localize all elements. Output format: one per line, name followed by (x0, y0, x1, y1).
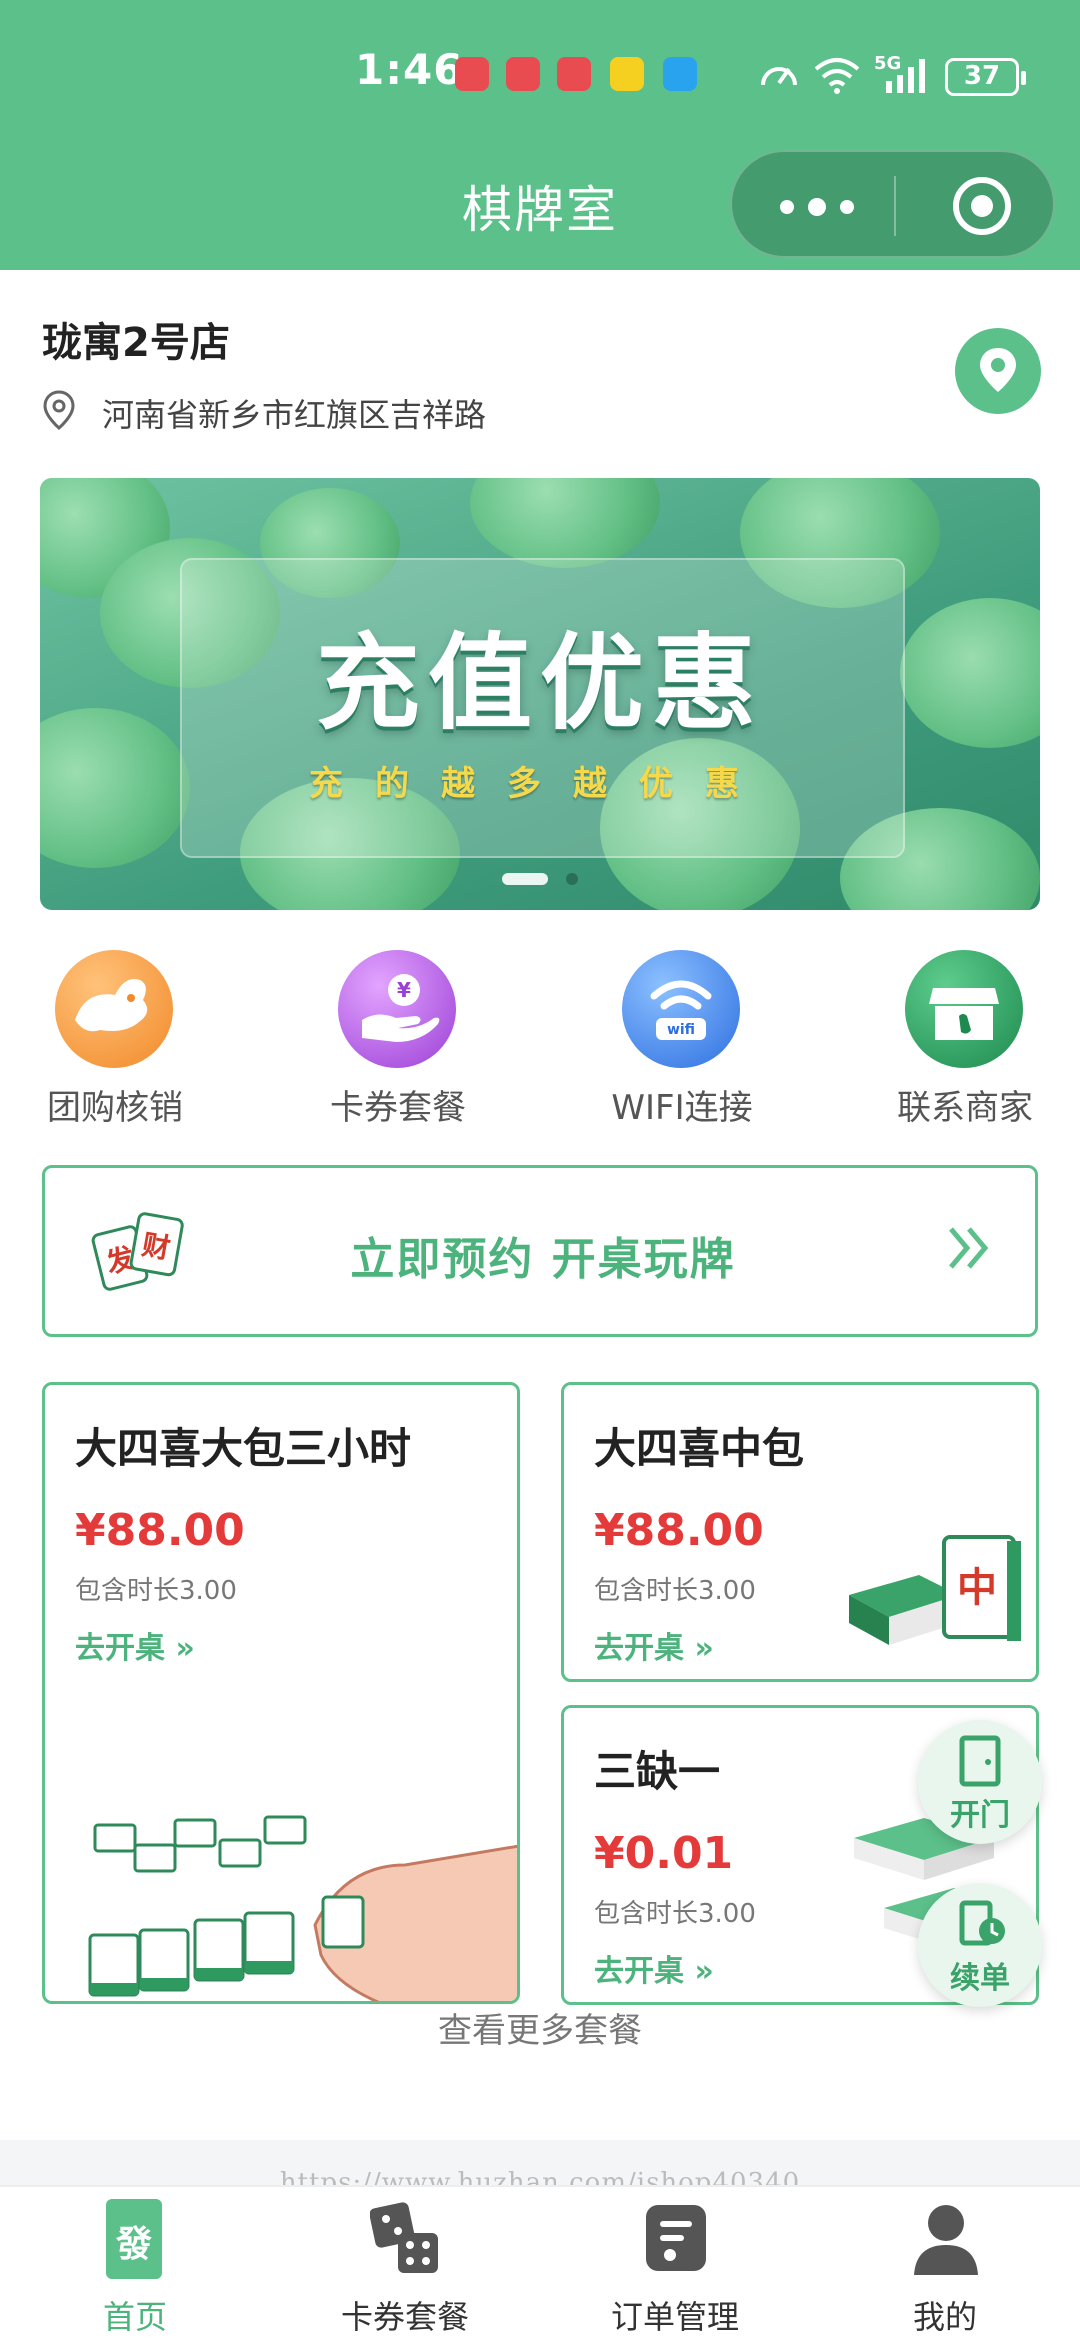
coupon-icon: ¥ (338, 950, 456, 1068)
banner-indicator-active (502, 873, 548, 885)
renew-order-label: 续单 (950, 1961, 1010, 1996)
huawei-notification-icon (506, 57, 540, 91)
package-price: ¥0.01 (594, 1828, 734, 1879)
tile-char: 中 (957, 1565, 997, 1611)
miniprogram-capsule (730, 150, 1055, 258)
location-pin-icon (43, 390, 75, 430)
tab-home[interactable]: 發 首页 (0, 2187, 270, 2340)
reserve-label: 立即预约 开桌玩牌 (350, 1234, 736, 1285)
order-icon (646, 2205, 706, 2271)
open-table-label: 去开桌 (594, 1954, 684, 1989)
open-table-link[interactable]: 去开桌 » (594, 1946, 714, 1990)
quick-actions: ¥ wifi (0, 950, 1080, 1080)
renew-order-button[interactable]: 续单 (918, 1883, 1042, 2007)
mahjong-tiles-illustration: 中 (849, 1535, 1021, 1645)
package-card[interactable]: 大四喜大包三小时 ¥88.00 包含时长3.00 去开桌 » (42, 1382, 520, 2004)
renew-clock-icon (959, 1900, 1005, 1946)
quick-action-label: 联系商家 (897, 1088, 1033, 1128)
user-icon (914, 2205, 978, 2275)
map-pin-icon (980, 348, 1016, 392)
quick-action-coupons[interactable]: ¥ (298, 950, 498, 1080)
banner-subtitle: 充的越多越优惠 (309, 764, 771, 804)
double-chevron-icon: » (694, 1631, 714, 1666)
tab-coupons[interactable]: 卡券套餐 (270, 2187, 540, 2340)
package-name: 三缺一 (594, 1747, 721, 1796)
quick-action-wifi[interactable]: wifi (582, 950, 782, 1080)
quick-action-label: WIFI连接 (611, 1088, 753, 1128)
top-bar: 1:46 5G 37 棋牌室 (0, 0, 1080, 270)
open-table-link[interactable]: 去开桌 » (75, 1623, 195, 1667)
double-chevron-icon (949, 1227, 989, 1269)
dice-icon (370, 2202, 438, 2273)
lotus-leaf-decoration (470, 478, 660, 568)
svg-text:wifi: wifi (667, 1022, 695, 1038)
package-duration: 包含时长3.00 (594, 1899, 756, 1929)
app-notification-icon (610, 57, 644, 91)
quick-action-group-buy[interactable] (15, 950, 215, 1080)
tab-label: 订单管理 (610, 2298, 739, 2336)
tab-profile[interactable]: 我的 (810, 2187, 1080, 2340)
more-menu-button[interactable] (772, 192, 862, 222)
status-time: 1:46 (355, 45, 464, 94)
tab-label: 卡券套餐 (340, 2298, 469, 2336)
open-door-button[interactable]: 开门 (918, 1720, 1042, 1844)
view-more-packages-link[interactable]: 查看更多套餐 (0, 2003, 1080, 2052)
navigate-button[interactable] (955, 328, 1041, 414)
status-bar: 1:46 5G 37 (0, 45, 1080, 115)
huawei-notification-icon (455, 57, 489, 91)
home-tile-icon: 發 (106, 2199, 162, 2279)
package-name: 大四喜中包 (594, 1424, 805, 1473)
svg-text:¥: ¥ (397, 978, 411, 1002)
capsule-divider (894, 176, 896, 236)
tab-label: 我的 (912, 2298, 977, 2336)
main-content: 珑寓2号店 河南省新乡市红旗区吉祥路 充值优惠 充的越多越优惠 ¥ wifi 团… (0, 270, 1080, 2140)
message-notification-icon (663, 57, 697, 91)
package-price: ¥88.00 (594, 1505, 764, 1556)
wifi-status-icon (814, 58, 860, 94)
store-name: 珑寓2号店 (42, 320, 230, 366)
reserve-button[interactable]: 发 财 立即预约 开桌玩牌 (42, 1165, 1038, 1337)
shop-phone-icon (905, 950, 1023, 1068)
tab-label: 首页 (102, 2298, 167, 2336)
package-duration: 包含时长3.00 (75, 1576, 237, 1606)
open-table-label: 去开桌 (75, 1631, 165, 1666)
open-table-label: 去开桌 (594, 1631, 684, 1666)
group-buy-icon (55, 950, 173, 1068)
open-door-label: 开门 (950, 1798, 1010, 1833)
open-table-link[interactable]: 去开桌 » (594, 1623, 714, 1667)
double-chevron-icon: » (175, 1631, 195, 1666)
package-duration: 包含时长3.00 (594, 1576, 756, 1606)
quick-action-label: 卡券套餐 (330, 1088, 466, 1128)
wifi-icon: wifi (622, 950, 740, 1068)
battery-indicator: 37 (945, 58, 1026, 96)
package-price: ¥88.00 (75, 1505, 245, 1556)
home-tile-char: 發 (115, 2224, 152, 2265)
signal-icon (886, 59, 925, 93)
promo-banner[interactable]: 充值优惠 充的越多越优惠 (40, 478, 1040, 910)
huawei-notification-icon (557, 57, 591, 91)
double-chevron-icon: » (694, 1954, 714, 1989)
package-card[interactable]: 大四喜中包 ¥88.00 包含时长3.00 去开桌 » 中 (561, 1382, 1039, 1682)
store-address: 河南省新乡市红旗区吉祥路 (102, 396, 487, 434)
bottom-tab-bar: 發 首页 卡券套餐 订单管理 我的 (0, 2185, 1080, 2340)
close-miniprogram-button[interactable] (950, 174, 1014, 238)
mahjong-hand-illustration (88, 1815, 517, 2001)
banner-title: 充值优惠 (315, 622, 764, 744)
quick-action-label: 团购核销 (47, 1088, 183, 1128)
banner-indicator (566, 873, 578, 885)
door-icon (959, 1735, 1001, 1787)
package-name: 大四喜大包三小时 (75, 1424, 412, 1473)
quick-action-contact[interactable] (865, 950, 1065, 1080)
tab-orders[interactable]: 订单管理 (540, 2187, 810, 2340)
speed-icon (761, 67, 797, 86)
